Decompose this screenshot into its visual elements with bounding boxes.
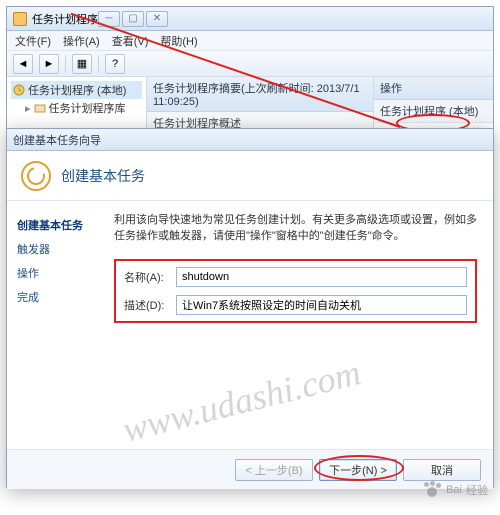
- wizard-clock-icon: [21, 161, 51, 191]
- actions-header: 操作: [374, 77, 493, 100]
- nav-step-finish[interactable]: 完成: [17, 285, 92, 309]
- wizard-header: 创建基本任务: [7, 151, 493, 201]
- desc-label: 描述(D):: [124, 297, 176, 313]
- wizard-nav: 创建基本任务 触发器 操作 完成: [7, 201, 102, 449]
- wizard-titlebar: 创建基本任务向导: [7, 129, 493, 151]
- titlebar: 任务计划程序 ─ ▢ ✕: [7, 7, 493, 31]
- help-button[interactable]: ?: [105, 54, 125, 74]
- baidu-logo: Bai经验: [422, 481, 488, 499]
- close-button[interactable]: ✕: [146, 11, 168, 27]
- nav-back-button[interactable]: ◄: [13, 54, 33, 74]
- cancel-button[interactable]: 取消: [403, 459, 481, 481]
- nav-step-action[interactable]: 操作: [17, 261, 92, 285]
- app-icon: [13, 12, 27, 26]
- menu-action[interactable]: 操作(A): [63, 33, 100, 49]
- menubar: 文件(F) 操作(A) 查看(V) 帮助(H): [7, 31, 493, 51]
- toolbar: ◄ ► ▦ ?: [7, 51, 493, 77]
- wizard-footer: < 上一步(B) 下一步(N) > 取消: [7, 449, 493, 489]
- nav-step-trigger[interactable]: 触发器: [17, 237, 92, 261]
- maximize-button[interactable]: ▢: [122, 11, 144, 27]
- tree-library[interactable]: ▸ 任务计划程序库: [11, 99, 142, 117]
- next-button[interactable]: 下一步(N) >: [319, 459, 397, 481]
- description-field[interactable]: [176, 295, 467, 315]
- actions-group: 任务计划程序 (本地): [374, 100, 493, 123]
- form-highlight-box: 名称(A): 描述(D):: [114, 259, 477, 323]
- wizard-form: 利用该向导快速地为常见任务创建计划。有关更多高级选项或设置，例如多任务操作或触发…: [102, 201, 493, 449]
- name-field[interactable]: [176, 267, 467, 287]
- nav-fwd-button[interactable]: ►: [39, 54, 59, 74]
- folder-icon: [34, 102, 46, 114]
- clock-icon: [13, 84, 25, 96]
- wizard-header-title: 创建基本任务: [61, 166, 145, 186]
- wizard-description: 利用该向导快速地为常见任务创建计划。有关更多高级选项或设置，例如多任务操作或触发…: [114, 213, 477, 245]
- paw-icon: [422, 481, 442, 499]
- toolbar-button[interactable]: ▦: [72, 54, 92, 74]
- name-label: 名称(A):: [124, 269, 176, 285]
- back-button[interactable]: < 上一步(B): [235, 459, 313, 481]
- create-basic-task-wizard: 创建基本任务向导 创建基本任务 创建基本任务 触发器 操作 完成 利用该向导快速…: [6, 128, 494, 488]
- nav-step-basic[interactable]: 创建基本任务: [17, 213, 92, 237]
- tree-root[interactable]: 任务计划程序 (本地): [11, 81, 142, 99]
- menu-file[interactable]: 文件(F): [15, 33, 51, 49]
